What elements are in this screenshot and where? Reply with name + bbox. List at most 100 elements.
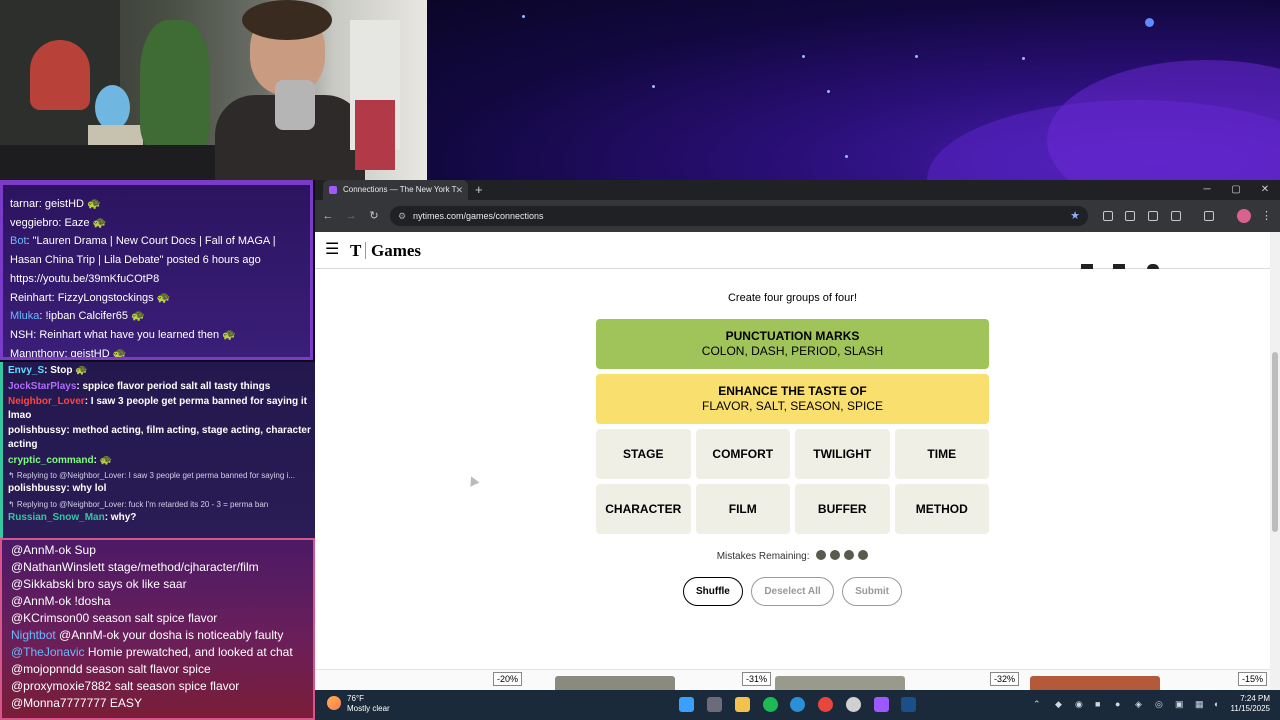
chat-text: !dosha [71, 594, 111, 608]
chat-username[interactable]: @TheJonavic [11, 645, 85, 659]
chat-text: : geistHD 🐢 [38, 198, 101, 210]
chat-username[interactable]: @proxymoxie7882 [11, 679, 111, 693]
hamburger-menu-icon[interactable]: ☰ [325, 241, 339, 259]
chat-username[interactable]: JockStarPlays [8, 381, 76, 392]
steam-icon[interactable] [901, 697, 916, 712]
profile-avatar[interactable] [1237, 209, 1251, 223]
chat-username[interactable]: Envy_S [8, 365, 44, 376]
forward-icon[interactable]: → [341, 200, 361, 232]
chat-username[interactable]: @AnnM-ok [11, 543, 71, 557]
task-view-icon[interactable] [707, 697, 722, 712]
weather-widget[interactable]: 76°F Mostly clear [327, 694, 390, 714]
word-card[interactable]: CHARACTER [596, 484, 691, 534]
extension-icon[interactable] [1148, 211, 1158, 221]
deselect-all-button[interactable]: Deselect All [751, 577, 834, 606]
scrollbar-thumb[interactable] [1272, 352, 1278, 532]
header-icon[interactable] [1081, 264, 1093, 269]
spotify-icon[interactable] [763, 697, 778, 712]
chat-username[interactable]: Mluka [10, 310, 39, 322]
close-window-button[interactable]: ✕ [1251, 180, 1279, 200]
chat-username[interactable]: Neighbor_Lover [8, 396, 85, 407]
tray-icon[interactable]: ◆ [1055, 699, 1062, 710]
game-instructions: Create four groups of four! [727, 292, 857, 304]
chat-username[interactable]: Russian_Snow_Man [8, 512, 105, 523]
extension-icon[interactable] [1103, 211, 1113, 221]
shuffle-button[interactable]: Shuffle [682, 577, 743, 606]
windows-taskbar: 76°F Mostly clear ⌃ ◆ ◉ ■ ● ◈ ◎ ▣ ▦ ◖ 7:… [315, 690, 1280, 720]
word-card[interactable]: STAGE [596, 429, 691, 479]
tray-icon[interactable]: ■ [1095, 699, 1100, 709]
help-icon[interactable] [1147, 264, 1159, 269]
chat-username[interactable]: @NathanWinslett [11, 560, 105, 574]
word-card[interactable]: TIME [894, 429, 989, 479]
chat-username[interactable]: Reinhart [10, 292, 52, 304]
file-explorer-icon[interactable] [735, 697, 750, 712]
tray-icon[interactable]: ◈ [1135, 699, 1142, 710]
minimize-button[interactable]: ─ [1193, 180, 1221, 200]
nyt-games-favicon [329, 186, 337, 194]
stats-icon[interactable] [1113, 264, 1125, 269]
chat-username[interactable]: veggiebro [10, 217, 58, 229]
chat-message: veggiebro: Eaze 🐢 [10, 214, 302, 233]
ad-banner[interactable]: -20% -31% -32% -15% [315, 669, 1270, 690]
browser-window: Connections — The New York T ✕ + ─ ▢ ✕ ←… [315, 180, 1280, 690]
tab-connections[interactable]: Connections — The New York T ✕ [323, 180, 468, 200]
chat-text: : "Lauren Drama | New Court Docs | Fall … [10, 235, 276, 267]
chat-username[interactable]: polishbussy [8, 425, 66, 436]
new-tab-button[interactable]: + [475, 180, 483, 200]
tray-overflow-icon[interactable]: ⌃ [1033, 699, 1041, 710]
url-field[interactable]: ⚙ nytimes.com/games/connections ★ [390, 206, 1088, 226]
tab-title: Connections — The New York T [343, 185, 457, 194]
start-icon[interactable] [679, 697, 694, 712]
reload-icon[interactable]: ↻ [364, 200, 384, 232]
word-card[interactable]: FILM [695, 484, 790, 534]
chat-message: JockStarPlays: sppice flavor period salt… [8, 380, 311, 394]
extension-icon[interactable] [1125, 211, 1135, 221]
close-tab-icon[interactable]: ✕ [455, 180, 463, 200]
solved-group-enhance-taste: ENHANCE THE TASTE OF FLAVOR, SALT, SEASO… [596, 374, 989, 424]
page-scrollbar[interactable] [1270, 232, 1280, 690]
obs-icon[interactable] [846, 697, 861, 712]
edge-icon[interactable] [790, 697, 805, 712]
chat-username[interactable]: @KCrimson00 [11, 611, 89, 625]
network-icon[interactable]: ▦ [1195, 699, 1204, 710]
chat-username[interactable]: Mannthony [10, 348, 64, 357]
chat-username[interactable]: @Monna7777777 [11, 696, 107, 710]
chat-username[interactable]: tarnar [10, 198, 39, 210]
chat-username[interactable]: Bot [10, 235, 27, 247]
taskbar-clock[interactable]: 7:24 PM 11/15/2025 [1231, 694, 1270, 714]
word-card[interactable]: COMFORT [695, 429, 790, 479]
nyt-games-logo[interactable]: T Games [350, 241, 421, 261]
menu-kebab-icon[interactable]: ⋮ [1261, 200, 1272, 232]
maximize-button[interactable]: ▢ [1222, 180, 1250, 200]
tray-icon[interactable]: ◎ [1155, 699, 1163, 710]
chat-username[interactable]: cryptic_command [8, 455, 94, 466]
extensions-puzzle-icon[interactable] [1171, 211, 1181, 221]
chat-username[interactable]: @AnnM-ok [11, 594, 71, 608]
submit-button[interactable]: Submit [842, 577, 902, 606]
side-panel-icon[interactable] [1204, 211, 1214, 221]
volume-icon[interactable]: ◖ [1213, 699, 1218, 709]
site-info-icon[interactable]: ⚙ [398, 206, 406, 226]
chat-message: Reinhart: FizzyLongstockings 🐢 [10, 289, 302, 308]
chat-username[interactable]: NSH [10, 329, 33, 341]
word-card[interactable]: BUFFER [795, 484, 890, 534]
chat-text: season salt spice flavor [89, 611, 218, 625]
bookmark-star-icon[interactable]: ★ [1070, 206, 1080, 226]
app-icon[interactable] [874, 697, 889, 712]
chat-username[interactable]: @Sikkabski [11, 577, 74, 591]
chat-text: Sup [71, 543, 96, 557]
group-category: ENHANCE THE TASTE OF [718, 384, 867, 398]
chat-message: Russian_Snow_Man: why? [8, 511, 311, 525]
chat-username[interactable]: @mojopnndd [11, 662, 83, 676]
tray-icon[interactable]: ● [1115, 699, 1120, 709]
word-card[interactable]: TWILIGHT [795, 429, 890, 479]
word-card[interactable]: METHOD [894, 484, 989, 534]
chat-message: polishbussy: method acting, film acting,… [8, 424, 311, 451]
tray-icon[interactable]: ◉ [1075, 699, 1083, 710]
chrome-icon[interactable] [818, 697, 833, 712]
chat-username[interactable]: polishbussy [8, 483, 66, 494]
tray-icon[interactable]: ▣ [1175, 699, 1184, 710]
back-icon[interactable]: ← [318, 200, 338, 232]
chat-username[interactable]: Nightbot [11, 628, 56, 642]
